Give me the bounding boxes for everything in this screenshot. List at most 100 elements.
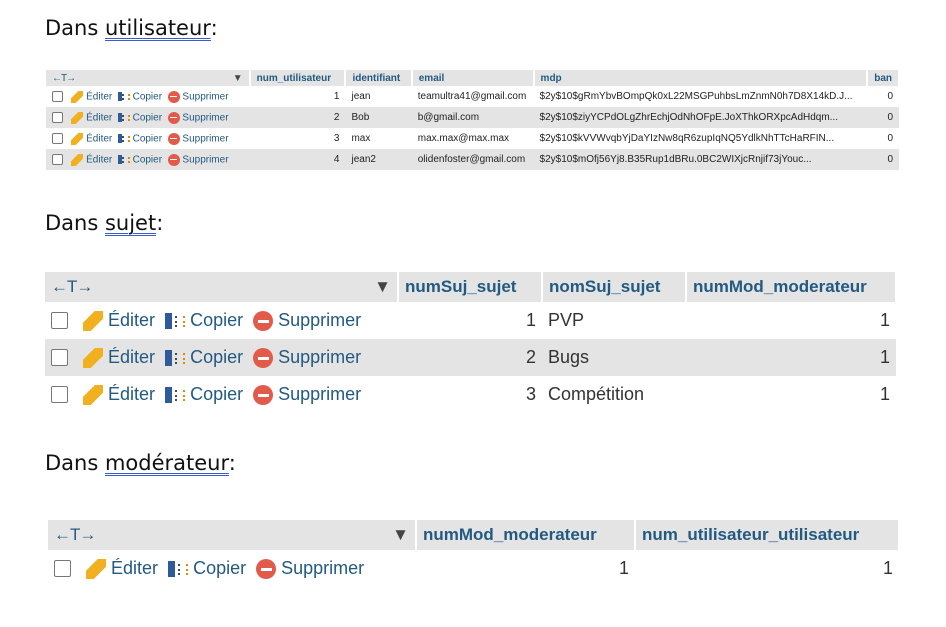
delete-label: Supprimer (179, 154, 229, 166)
row-checkbox[interactable] (54, 560, 71, 578)
table-header: ←T→ ▼ numSuj_sujet nomSuj_sujet numMod_m… (45, 272, 897, 302)
section-title-moderateur: Dans modérateur: (45, 451, 236, 476)
delete-label: Supprimer (273, 347, 362, 368)
column-header-email[interactable]: email (411, 70, 535, 86)
delete-button[interactable]: Supprimer (167, 90, 229, 103)
delete-label: Supprimer (179, 91, 229, 103)
pencil-icon (83, 311, 104, 332)
row-checkbox[interactable] (51, 312, 68, 330)
column-options-header[interactable]: ←T→ ▼ (45, 272, 399, 302)
copy-button[interactable]: Copier (165, 384, 243, 405)
delete-button[interactable]: Supprimer (167, 111, 229, 124)
copy-icon (117, 133, 130, 145)
copy-button[interactable]: Copier (117, 133, 162, 145)
delete-label: Supprimer (179, 133, 229, 145)
table-row: Éditer Copier Supprimer 3 max max.max@max.m… (46, 128, 899, 149)
table-sujet: ←T→ ▼ numSuj_sujet nomSuj_sujet numMod_m… (45, 272, 897, 413)
column-options-header[interactable]: ←T→ ▼ (48, 520, 417, 550)
edit-button[interactable]: Éditer (71, 111, 112, 124)
delete-button[interactable]: Supprimer (253, 384, 361, 406)
copy-button[interactable]: Copier (168, 558, 246, 579)
edit-button[interactable]: Éditer (71, 153, 113, 166)
table-cell: 1 (879, 310, 890, 330)
edit-button[interactable]: Éditer (83, 384, 155, 406)
delete-icon (253, 348, 274, 369)
column-nav-arrows[interactable]: ←T→ (52, 73, 76, 84)
copy-button[interactable]: Copier (117, 154, 162, 166)
delete-button[interactable]: Supprimer (253, 347, 362, 369)
delete-label: Supprimer (276, 558, 365, 579)
edit-button[interactable]: Éditer (83, 347, 155, 369)
edit-button[interactable]: Éditer (71, 90, 113, 103)
column-header-num-utilisateur[interactable]: num_utilisateur (249, 70, 347, 86)
row-actions: Éditer Copier Supprimer (46, 107, 250, 128)
table-cell: 2 (249, 107, 346, 128)
column-header-numsuj-sujet[interactable]: numSuj_sujet (398, 272, 543, 302)
edit-label: Éditer (83, 154, 113, 166)
row-actions: Éditer Copier Supprimer (46, 86, 250, 107)
table-cell: teamultra41@gmail.com (417, 91, 527, 102)
column-nav-arrows[interactable]: ←T→ (54, 525, 96, 544)
pencil-icon (71, 111, 84, 124)
sort-arrow-icon[interactable]: ▼ (392, 525, 409, 545)
table-cell: 0 (867, 107, 899, 128)
row-actions: Éditer Copier Supprimer (45, 302, 398, 339)
delete-icon (253, 385, 274, 406)
edit-label: Éditer (83, 91, 113, 103)
row-actions: Éditer Copier Supprimer (48, 550, 416, 587)
row-actions: Éditer Copier Supprimer (45, 376, 398, 413)
copy-icon (117, 154, 130, 166)
table-cell: olidenfoster@gmail.com (411, 149, 534, 170)
delete-icon (167, 111, 180, 124)
sort-arrow-icon[interactable]: ▼ (233, 73, 243, 84)
copy-icon (117, 91, 130, 103)
column-header-num-utilisateur-utilisateur[interactable]: num_utilisateur_utilisateur (635, 520, 900, 550)
copy-button[interactable]: Copier (117, 91, 162, 103)
copy-button[interactable]: Copier (165, 310, 243, 331)
table-cell: 1 (882, 558, 893, 578)
pencil-icon (71, 90, 84, 103)
table-cell: Compétition (548, 384, 645, 404)
sort-arrow-icon[interactable]: ▼ (374, 277, 391, 297)
delete-button[interactable]: Supprimer (167, 153, 229, 166)
row-checkbox[interactable] (52, 154, 63, 165)
table-moderateur: ←T→ ▼ numMod_moderateur num_utilisateur_… (48, 520, 900, 587)
column-nav-arrows[interactable]: ←T→ (51, 277, 93, 296)
delete-icon (256, 559, 277, 580)
edit-label: Éditer (106, 558, 159, 579)
column-header-mdp[interactable]: mdp (533, 70, 869, 86)
column-header-ban[interactable]: ban (867, 70, 900, 86)
edit-label: Éditer (83, 133, 113, 145)
table-cell: 1 (686, 339, 896, 376)
column-header-nummod-moderateur[interactable]: numMod_moderateur (686, 272, 897, 302)
row-checkbox[interactable] (52, 91, 63, 102)
table-cell: 2 (398, 339, 542, 376)
edit-button[interactable]: Éditer (86, 558, 159, 580)
column-header-identifiant[interactable]: identifiant (345, 70, 413, 86)
table-cell: 4 (249, 149, 346, 170)
table-cell: Bob (345, 107, 412, 128)
column-header-nummod-moderateur[interactable]: numMod_moderateur (416, 520, 636, 550)
row-checkbox[interactable] (52, 133, 63, 144)
copy-icon (165, 385, 186, 405)
delete-button[interactable]: Supprimer (253, 310, 361, 332)
row-checkbox[interactable] (51, 386, 68, 404)
table-cell: b@gmail.com (411, 107, 534, 128)
copy-label: Copier (188, 558, 247, 579)
edit-button[interactable]: Éditer (71, 132, 113, 145)
table-row: Éditer Copier Supprimer 4 jean2 olidenfoste… (46, 149, 899, 170)
row-checkbox[interactable] (52, 112, 63, 123)
row-checkbox[interactable] (51, 349, 68, 367)
copy-button[interactable]: Copier (165, 347, 243, 368)
copy-button[interactable]: Copier (117, 112, 162, 124)
pencil-icon (83, 348, 104, 369)
table-cell: 3 (333, 133, 340, 144)
column-options-header[interactable]: ←T→ ▼ (46, 70, 251, 86)
delete-button[interactable]: Supprimer (256, 558, 365, 580)
table-cell: jean (351, 91, 371, 102)
table-row: Éditer Copier Supprimer 2 Bugs 1 (45, 339, 896, 376)
column-header-nomsuj-sujet[interactable]: nomSuj_sujet (542, 272, 687, 302)
delete-button[interactable]: Supprimer (167, 132, 229, 145)
edit-button[interactable]: Éditer (83, 310, 156, 332)
edit-label: Éditer (103, 310, 156, 331)
